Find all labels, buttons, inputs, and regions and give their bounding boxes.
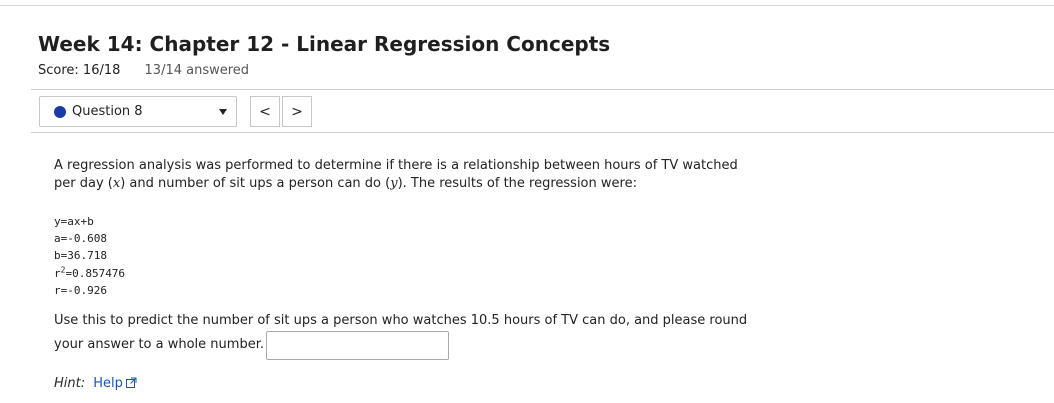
question-select-label: Question 8 xyxy=(72,104,143,119)
nav-divider xyxy=(31,132,1054,133)
result-equation: y=ax+b xyxy=(54,215,94,228)
result-b: b=36.718 xyxy=(54,249,107,263)
regression-results: y=ax+b a=-0.608 b=36.718 r2=0.857476 r=-… xyxy=(54,213,125,299)
prompt-line-1: Use this to predict the number of sit up… xyxy=(54,313,748,328)
external-link-icon xyxy=(125,377,137,392)
prompt-line-2: your answer to a whole number. xyxy=(54,337,264,352)
help-link-label: Help xyxy=(93,376,123,391)
result-a: a=-0.608 xyxy=(54,232,107,246)
question-intro-c: ). The results of the regression were: xyxy=(397,176,637,191)
help-link[interactable]: Help xyxy=(93,376,137,391)
chevron-down-icon xyxy=(219,108,227,115)
header-divider xyxy=(31,89,1054,90)
score-line: Score: 16/18 13/14 answered xyxy=(38,63,249,78)
page-title: Week 14: Chapter 12 - Linear Regression … xyxy=(38,32,611,56)
question-text: A regression analysis was performed to d… xyxy=(54,157,754,193)
chevron-right-icon: > xyxy=(291,103,303,120)
hint-row: Hint: Help xyxy=(54,376,137,392)
hint-label: Hint: xyxy=(54,376,86,391)
answer-input[interactable] xyxy=(266,331,449,360)
score-label: Score: 16/18 xyxy=(38,63,121,78)
chevron-left-icon: < xyxy=(259,103,271,120)
answered-count: 13/14 answered xyxy=(144,63,250,78)
top-divider xyxy=(0,5,1054,6)
variable-y: y xyxy=(390,176,398,191)
question-status-dot xyxy=(54,105,66,118)
question-select[interactable]: Question 8 xyxy=(39,96,237,127)
result-r2-prefix: r xyxy=(54,266,61,280)
question-intro-b: ) and number of sit ups a person can do … xyxy=(120,176,391,191)
result-r2: r2=0.857476 xyxy=(54,265,125,282)
next-question-button[interactable]: > xyxy=(282,96,312,127)
result-r: r=-0.926 xyxy=(54,283,107,297)
previous-question-button[interactable]: < xyxy=(250,96,280,127)
result-r2-value: =0.857476 xyxy=(65,266,126,280)
